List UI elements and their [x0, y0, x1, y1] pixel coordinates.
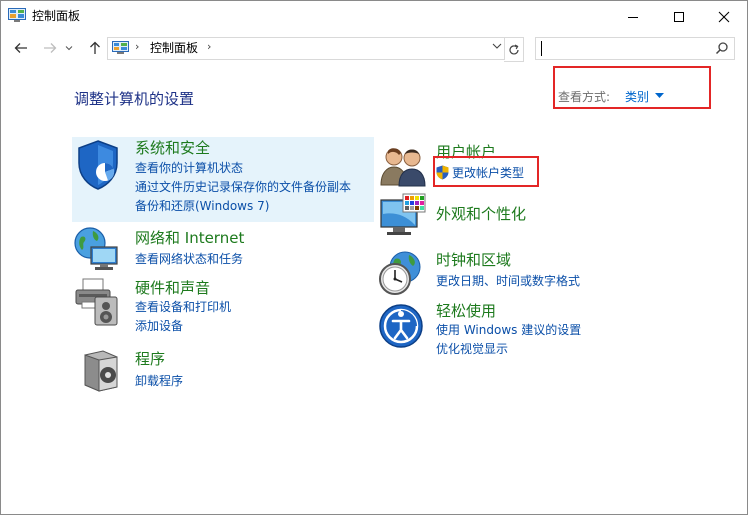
breadcrumb-control-panel[interactable]: 控制面板: [150, 40, 198, 56]
back-arrow-icon: [14, 43, 27, 53]
breadcrumb-separator-icon[interactable]: ›: [207, 40, 211, 53]
control-panel-icon: [8, 8, 26, 22]
category-title-system-security[interactable]: 系统和安全: [135, 138, 210, 158]
maximize-icon: [674, 11, 684, 22]
category-title-hardware-sound[interactable]: 硬件和声音: [135, 278, 210, 298]
link-change-date-time-format[interactable]: 更改日期、时间或数字格式: [436, 273, 580, 289]
category-title-clock-region[interactable]: 时钟和区域: [436, 250, 511, 270]
category-title-programs[interactable]: 程序: [135, 349, 165, 369]
category-title-ease-of-access[interactable]: 轻松使用: [436, 301, 496, 321]
ease-of-access-icon[interactable]: [378, 303, 424, 349]
link-uninstall-program[interactable]: 卸载程序: [135, 373, 183, 389]
programs-icon[interactable]: [79, 349, 123, 393]
link-file-history-backup[interactable]: 通过文件历史记录保存你的文件备份副本: [135, 179, 351, 195]
control-panel-window: 控制面板 › 控制面板 › 调整计算机的设置 查看方式: 类别 系统和安全 查看…: [0, 0, 748, 515]
search-icon[interactable]: [715, 41, 729, 55]
link-windows-suggested-settings[interactable]: 使用 Windows 建议的设置: [436, 322, 581, 338]
search-input[interactable]: [538, 39, 716, 56]
address-bar[interactable]: › 控制面板 ›: [107, 37, 505, 60]
minimize-icon: [628, 16, 638, 18]
link-backup-restore[interactable]: 备份和还原(Windows 7): [135, 198, 269, 214]
maximize-button[interactable]: [656, 1, 702, 32]
shield-icon[interactable]: [75, 139, 121, 191]
category-title-appearance[interactable]: 外观和个性化: [436, 204, 526, 224]
close-icon: [718, 11, 730, 22]
appearance-monitor-icon[interactable]: [377, 192, 427, 240]
link-optimize-visual-display[interactable]: 优化视觉显示: [436, 341, 508, 357]
page-title: 调整计算机的设置: [74, 90, 195, 108]
link-view-computer-status[interactable]: 查看你的计算机状态: [135, 160, 243, 176]
annotation-box: [433, 156, 539, 187]
network-globe-icon[interactable]: [73, 225, 121, 273]
window-title: 控制面板: [32, 9, 81, 23]
link-add-device[interactable]: 添加设备: [135, 318, 183, 334]
search-box[interactable]: [535, 37, 735, 60]
refresh-button[interactable]: [504, 37, 524, 62]
user-accounts-icon[interactable]: [379, 145, 429, 187]
forward-arrow-icon: [44, 43, 57, 53]
recent-locations-button[interactable]: [61, 38, 77, 58]
link-network-status-tasks[interactable]: 查看网络状态和任务: [135, 251, 243, 267]
annotation-box: [553, 66, 711, 109]
printer-speaker-icon[interactable]: [73, 277, 123, 327]
control-panel-icon: [112, 41, 129, 54]
close-button[interactable]: [701, 1, 747, 32]
back-button[interactable]: [10, 38, 32, 58]
title-bar[interactable]: 控制面板: [1, 1, 747, 32]
clock-globe-icon[interactable]: [377, 249, 427, 297]
up-button[interactable]: [84, 38, 106, 58]
chevron-down-icon: [65, 46, 73, 51]
up-arrow-icon: [90, 41, 100, 54]
text-caret: [541, 41, 542, 56]
chevron-down-icon[interactable]: [492, 42, 502, 50]
forward-button[interactable]: [39, 38, 61, 58]
refresh-icon: [508, 43, 519, 55]
breadcrumb-separator-icon[interactable]: ›: [135, 40, 139, 53]
minimize-button[interactable]: [610, 1, 656, 32]
category-title-network-internet[interactable]: 网络和 Internet: [135, 228, 244, 248]
link-devices-printers[interactable]: 查看设备和打印机: [135, 299, 231, 315]
